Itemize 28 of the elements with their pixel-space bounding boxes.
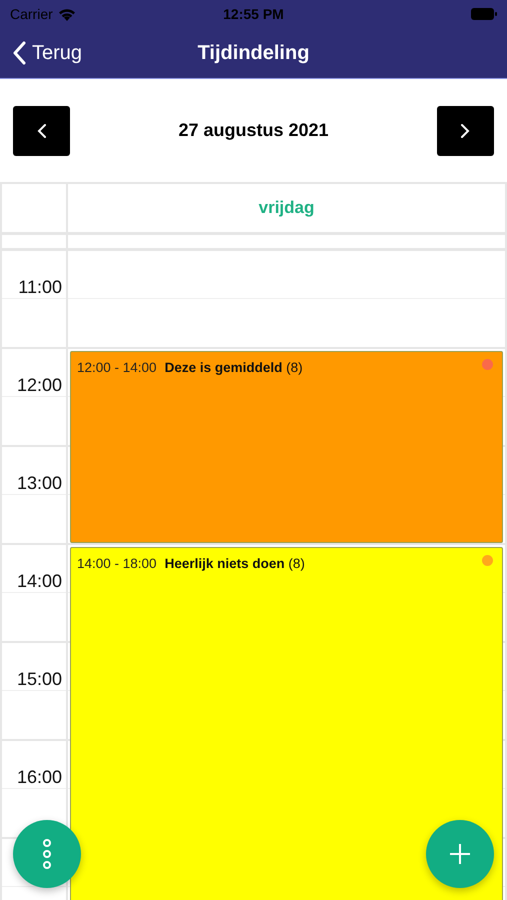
carrier-label: Carrier — [10, 6, 53, 22]
hour-label: 13:00 — [16, 473, 62, 494]
back-button[interactable]: Terug — [0, 41, 82, 65]
vertical-dots-icon — [42, 839, 52, 869]
next-day-button[interactable] — [436, 106, 494, 156]
hour-label: 15:00 — [16, 669, 62, 690]
battery-icon — [470, 8, 497, 20]
event-time: 12:00 - 14:00 — [77, 360, 157, 375]
date-label: 27 augustus 2021 — [178, 120, 329, 141]
event-title: Heerlijk niets doen (8) — [164, 556, 305, 571]
chevron-left-icon — [12, 41, 26, 65]
event-time: 14:00 - 18:00 — [77, 556, 157, 571]
plus-icon — [449, 843, 471, 865]
hour-label: 16:00 — [16, 767, 62, 788]
hour-label: 11:00 — [18, 277, 62, 298]
hour-label: 14:00 — [16, 571, 62, 592]
chevron-left-icon — [36, 122, 46, 138]
status-time: 12:55 PM — [223, 6, 284, 22]
previous-day-button[interactable] — [13, 106, 70, 156]
screen-title: Tijdindeling — [198, 42, 310, 64]
hour-label: 12:00 — [16, 375, 62, 396]
more-button[interactable] — [13, 820, 81, 888]
wifi-icon — [58, 8, 76, 20]
calendar-event[interactable]: 14:00 - 18:00 Heerlijk niets doen (8) — [70, 547, 503, 900]
event-title: Deze is gemiddeld (8) — [164, 360, 303, 375]
day-header: vrijdag — [258, 198, 314, 218]
chevron-right-icon — [460, 122, 470, 138]
calendar-event[interactable]: 12:00 - 14:00 Deze is gemiddeld (8) — [70, 351, 503, 543]
